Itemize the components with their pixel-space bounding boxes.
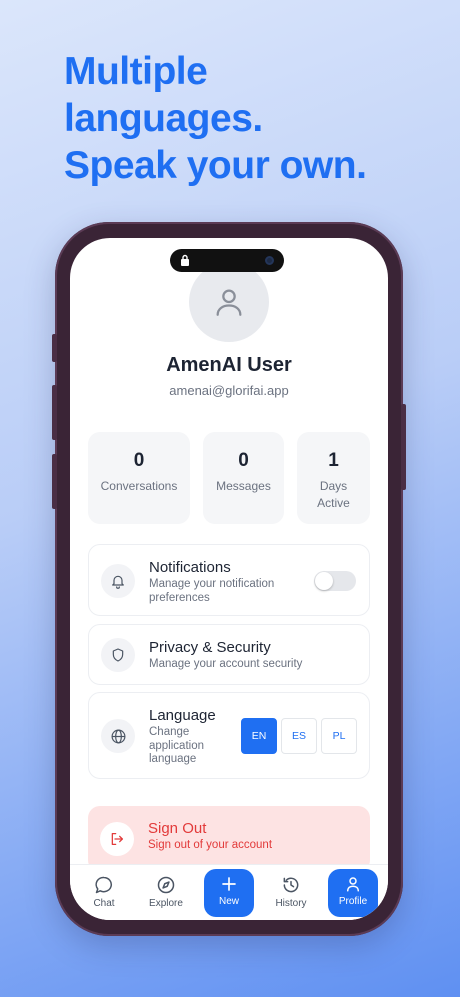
volume-down-button — [52, 454, 57, 509]
sign-out-title: Sign Out — [148, 820, 207, 837]
plus-icon — [222, 877, 236, 891]
tab-label: New — [218, 896, 239, 907]
sign-out-subtitle: Sign out of your account — [148, 839, 273, 851]
phone-frame: AmenAI User amenai@glorifai.app 0 Conver… — [52, 222, 406, 936]
language-option-pl[interactable]: PL — [321, 718, 357, 754]
shield-icon — [101, 638, 135, 672]
user-name: AmenAI User — [166, 354, 292, 376]
tab-history[interactable]: History — [266, 873, 316, 920]
tab-label: Profile — [338, 896, 368, 907]
headline-line-3: Speak your own. — [64, 144, 367, 187]
tab-profile[interactable]: Profile — [328, 869, 378, 917]
stat-label: Conversations — [100, 479, 178, 493]
lock-icon — [181, 254, 189, 266]
tab-label: Chat — [93, 898, 115, 909]
tab-new[interactable]: New — [204, 869, 254, 917]
dynamic-island — [170, 249, 284, 272]
language-option-es[interactable]: ES — [281, 718, 317, 754]
language-title: Language — [149, 707, 216, 724]
tab-label: History — [275, 898, 307, 909]
stat-value: 1 — [328, 450, 339, 471]
stat-label-line-2: Active — [317, 496, 350, 510]
chat-bubble-icon — [95, 876, 113, 894]
headline-line-2: languages. — [64, 97, 263, 140]
user-email: amenai@glorifai.app — [169, 383, 289, 398]
privacy-subtitle: Manage your account security — [149, 658, 303, 670]
language-subtitle: Change application language — [149, 726, 204, 767]
mute-switch — [52, 334, 57, 362]
notifications-subtitle-line-1: Manage your notification — [149, 578, 275, 590]
stat-label: Messages — [216, 479, 271, 493]
compass-icon — [157, 876, 175, 894]
power-button — [401, 404, 406, 490]
language-option-en[interactable]: EN — [241, 718, 277, 754]
toggle-knob — [315, 572, 333, 590]
privacy-security-card[interactable]: Privacy & Security Manage your account s… — [88, 624, 370, 685]
privacy-title: Privacy & Security — [149, 639, 271, 656]
stat-days-active: 1 Days Active — [297, 432, 370, 524]
stat-label: Days Active — [297, 478, 370, 512]
tab-explore[interactable]: Explore — [141, 873, 191, 920]
camera-icon — [265, 256, 274, 265]
language-subtitle-line-1: Change — [149, 726, 190, 738]
stat-label-line-1: Days — [319, 479, 348, 493]
stat-conversations: 0 Conversations — [88, 432, 190, 524]
tab-label: Explore — [149, 898, 183, 909]
volume-up-button — [52, 385, 57, 440]
bottom-tab-bar: Chat Explore New History Profile — [70, 864, 388, 920]
bell-icon — [101, 564, 135, 598]
stat-value: 0 — [133, 450, 145, 471]
avatar[interactable] — [189, 262, 269, 342]
language-subtitle-line-3: language — [149, 753, 197, 765]
tab-chat[interactable]: Chat — [79, 873, 129, 920]
headline-line-1: Multiple — [64, 50, 208, 93]
language-subtitle-line-2: application — [149, 739, 204, 752]
notifications-title: Notifications — [149, 559, 231, 576]
app-screen: AmenAI User amenai@glorifai.app 0 Conver… — [70, 238, 388, 920]
user-icon — [347, 877, 359, 892]
language-card: Language Change application language EN … — [88, 692, 370, 779]
notifications-card[interactable]: Notifications Manage your notification p… — [88, 544, 370, 616]
notifications-toggle[interactable] — [314, 571, 356, 591]
sign-out-button[interactable]: Sign Out Sign out of your account — [88, 806, 370, 872]
headline: Multiple languages. Speak your own. — [64, 48, 367, 189]
user-avatar-icon — [216, 289, 242, 316]
stat-messages: 0 Messages — [203, 432, 284, 524]
stat-value: 0 — [238, 450, 249, 471]
globe-icon — [101, 719, 135, 753]
notifications-subtitle-line-2: preferences — [149, 591, 210, 604]
logout-icon — [100, 822, 134, 856]
history-icon — [283, 877, 299, 893]
notifications-subtitle: Manage your notification preferences — [149, 578, 274, 605]
